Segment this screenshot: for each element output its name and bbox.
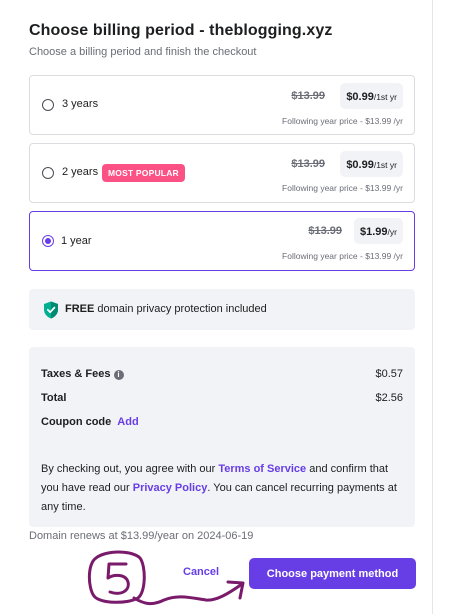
privacy-description: domain privacy protection included: [94, 303, 267, 315]
period-label: 2 years: [62, 166, 99, 178]
privacy-policy-link[interactable]: Privacy Policy: [133, 482, 208, 494]
most-popular-badge: MOST POPULAR: [102, 164, 185, 182]
taxes-label-group: Taxes & Fees i: [41, 368, 124, 380]
billing-option-3-years[interactable]: 3 years $13.99 $0.99/1st yr Following ye…: [29, 75, 415, 135]
add-coupon-link[interactable]: Add: [117, 416, 138, 428]
following-year-price: Following year price - $13.99 /yr: [282, 183, 403, 193]
domain-renewal-note: Domain renews at $13.99/year on 2024-06-…: [29, 530, 254, 542]
taxes-value: $0.57: [375, 368, 403, 380]
billing-option-1-year[interactable]: 1 year $13.99 $1.99/yr Following year pr…: [29, 211, 415, 271]
taxes-row: Taxes & Fees i $0.57: [41, 368, 403, 384]
privacy-protection-banner: FREE domain privacy protection included: [29, 289, 415, 330]
price-box: $0.99/1st yr: [340, 151, 403, 177]
price-unit: /1st yr: [373, 92, 397, 102]
taxes-label: Taxes & Fees: [41, 368, 111, 380]
privacy-free-label: FREE: [65, 303, 95, 315]
price: $0.99: [346, 159, 374, 171]
total-row: Total $2.56: [41, 392, 403, 408]
coupon-row: Coupon code Add: [41, 416, 403, 432]
cancel-button[interactable]: Cancel: [183, 566, 219, 578]
shield-check-icon: [43, 301, 59, 319]
terms-notice: By checking out, you agree with our Term…: [41, 460, 403, 517]
old-price: $13.99: [308, 225, 342, 237]
price-unit: /yr: [387, 227, 397, 237]
total-value: $2.56: [375, 392, 403, 404]
choose-payment-method-button[interactable]: Choose payment method: [249, 558, 416, 589]
handwritten-annotation-arrow: [87, 550, 245, 606]
price-unit: /1st yr: [373, 160, 397, 170]
radio-button[interactable]: [42, 99, 54, 111]
radio-button[interactable]: [42, 167, 54, 179]
price: $1.99: [360, 226, 388, 238]
privacy-text: FREE domain privacy protection included: [65, 303, 267, 315]
price-box: $0.99/1st yr: [340, 83, 403, 109]
price-box: $1.99/yr: [354, 218, 403, 244]
page-subtitle: Choose a billing period and finish the c…: [29, 46, 257, 58]
old-price: $13.99: [291, 90, 325, 102]
page-title: Choose billing period - theblogging.xyz: [29, 22, 333, 39]
following-year-price: Following year price - $13.99 /yr: [282, 116, 403, 126]
billing-option-2-years[interactable]: 2 years MOST POPULAR $13.99 $0.99/1st yr…: [29, 143, 415, 203]
coupon-label: Coupon code: [41, 416, 112, 428]
radio-button-selected[interactable]: [42, 235, 54, 247]
price: $0.99: [346, 91, 374, 103]
side-panel-edge: [432, 0, 450, 614]
order-summary: Taxes & Fees i $0.57 Total $2.56 Coupon c…: [29, 347, 415, 527]
period-label: 1 year: [61, 235, 92, 247]
total-label: Total: [41, 392, 67, 404]
coupon-label-group: Coupon code Add: [41, 416, 139, 428]
following-year-price: Following year price - $13.99 /yr: [282, 251, 403, 261]
terms-of-service-link[interactable]: Terms of Service: [218, 463, 306, 475]
info-icon[interactable]: i: [113, 370, 124, 380]
period-label: 3 years: [62, 98, 99, 110]
old-price: $13.99: [291, 158, 325, 170]
terms-text-prefix: By checking out, you agree with our: [41, 463, 219, 475]
